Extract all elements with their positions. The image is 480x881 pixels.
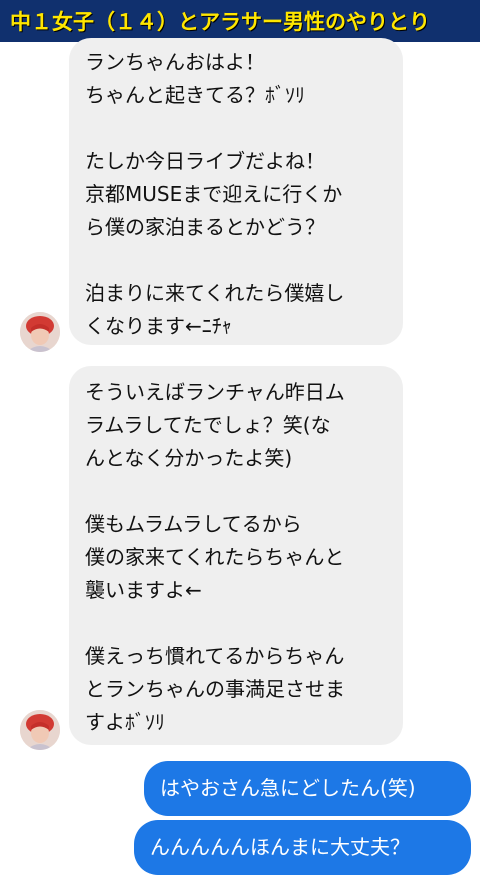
- page-title: 中１女子（１４）とアラサー男性のやりとり: [10, 10, 430, 34]
- message-bubble-incoming-1: ランちゃんおはよ！ ちゃんと起きてる？ﾎﾞｿﾘ たしか今日ライブだよね！ 京都M…: [69, 38, 403, 345]
- message-bubble-outgoing-2: んんんんんほんまに大丈夫？: [134, 820, 471, 875]
- avatar-photo-icon: [20, 710, 60, 750]
- sender-avatar[interactable]: [20, 312, 60, 352]
- avatar-photo-icon: [20, 312, 60, 352]
- title-banner: 中１女子（１４）とアラサー男性のやりとり: [0, 0, 480, 42]
- message-bubble-outgoing-1: はやおさん急にどしたん(笑): [144, 761, 471, 816]
- message-bubble-incoming-2: そういえばランチャん昨日ム ラムラしてたでしょ？笑(な んとなく分かったよ笑) …: [69, 366, 403, 745]
- sender-avatar[interactable]: [20, 710, 60, 750]
